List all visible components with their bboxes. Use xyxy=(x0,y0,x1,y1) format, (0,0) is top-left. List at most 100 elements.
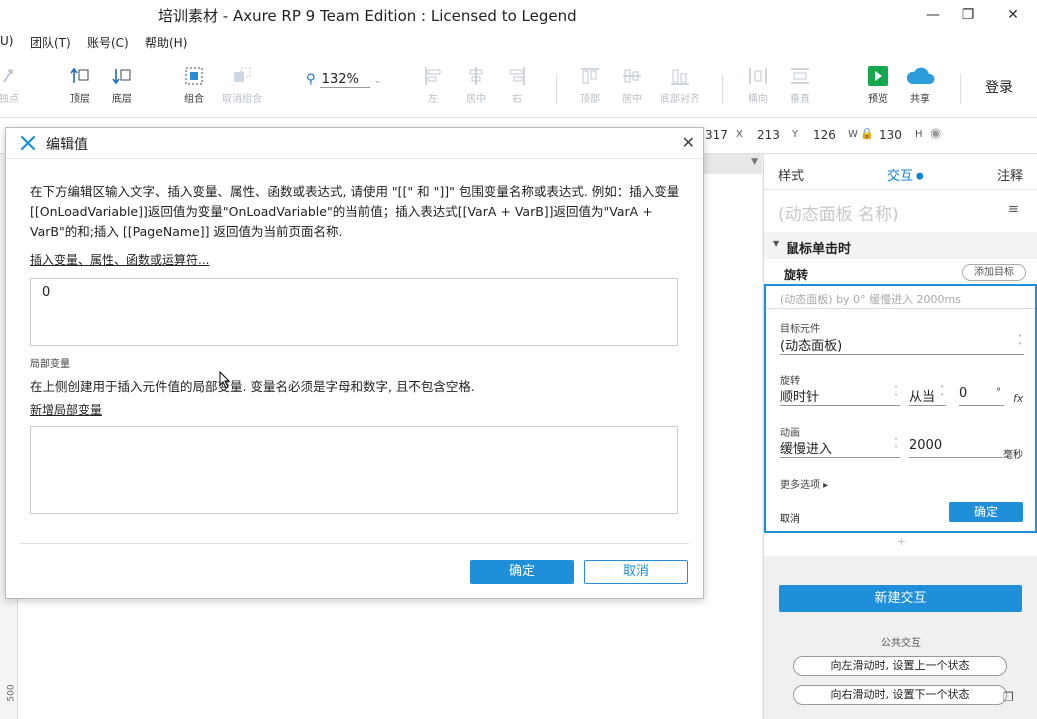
swipe-left-preset[interactable]: 向左滑动时, 设置上一个状态 xyxy=(793,656,1007,676)
toolbar-divider xyxy=(556,74,557,104)
distribute-horizontal-icon xyxy=(749,68,767,84)
align-right-button[interactable]: 右 xyxy=(506,66,528,105)
duration-input[interactable]: 2000 xyxy=(909,436,1003,458)
login-button[interactable]: 登录 xyxy=(985,77,1013,97)
lock-icon[interactable]: 🔒 xyxy=(860,127,874,140)
align-middle-button[interactable]: 居中 xyxy=(618,66,646,105)
add-target-button[interactable]: 添加目标 xyxy=(962,264,1026,281)
zoom-value[interactable]: 132% xyxy=(319,72,370,88)
ruler-mark: 500 xyxy=(6,684,17,702)
h-value[interactable]: 130 xyxy=(879,128,902,142)
distribute-horizontal-button[interactable]: 横向 xyxy=(744,66,772,105)
h-label: H xyxy=(915,129,923,140)
axure-logo-icon xyxy=(20,135,36,151)
menu-item-team[interactable]: 团队(T) xyxy=(30,34,71,51)
w-label: W xyxy=(848,129,858,140)
ok-button[interactable]: 确定 xyxy=(470,560,574,584)
send-back-icon xyxy=(112,69,131,85)
align-left-button[interactable]: 左 xyxy=(422,66,444,105)
close-icon[interactable]: ✕ xyxy=(682,133,695,152)
menu-bar: U) 团队(T) 账号(C) 帮助(H) xyxy=(0,30,1037,54)
menu-item-help[interactable]: 帮助(H) xyxy=(145,34,187,51)
add-action-plus[interactable]: + xyxy=(897,535,906,548)
local-variables-label: 局部变量 xyxy=(30,359,70,370)
event-title: 鼠标单击时 xyxy=(786,242,852,257)
spinner-icon: ˄ ˅ xyxy=(940,385,944,402)
ungroup-button[interactable]: 取消组合 xyxy=(220,66,264,105)
preview-button[interactable]: 预览 xyxy=(864,66,892,105)
y-value[interactable]: 213 xyxy=(757,128,780,142)
rotate-direction-select[interactable]: 顺时针 ˄ ˅ xyxy=(780,384,900,406)
group-button[interactable]: 组合 xyxy=(180,66,208,105)
group-icon xyxy=(185,67,203,85)
interaction-footer: 新建交互 公共交互 向左滑动时, 设置上一个状态 向右滑动时, 设置下一个状态 … xyxy=(764,556,1037,719)
tab-interaction[interactable]: 交互 ● xyxy=(887,165,924,184)
menu-item-view[interactable]: U) xyxy=(0,34,13,48)
target-select[interactable]: (动态面板) ˄ ˅ xyxy=(780,333,1024,355)
widget-name-field[interactable]: (动态面板 名称) xyxy=(778,200,899,225)
action-title[interactable]: 旋转 xyxy=(784,266,808,283)
swipe-right-preset[interactable]: 向右滑动时, 设置下一个状态 xyxy=(793,685,1007,705)
ms-unit: 毫秒 xyxy=(1003,450,1023,461)
action-editor: (动态面板) by 0° 缓慢进入 2000ms 目标元件 (动态面板) ˄ ˅ … xyxy=(764,284,1037,533)
more-options-link[interactable]: 更多选项 ▸ xyxy=(780,476,828,491)
align-bottom-button[interactable]: 底部对齐 xyxy=(656,66,704,105)
x-value[interactable]: 317 xyxy=(705,128,728,142)
function-icon[interactable]: fx xyxy=(1013,392,1023,405)
edit-value-dialog: 编辑值 ✕ 在下方编辑区输入文字、插入变量、属性、函数或表达式, 请使用 "[[… xyxy=(5,127,704,599)
align-top-button[interactable]: 顶部 xyxy=(576,66,604,105)
tab-style[interactable]: 样式 xyxy=(778,165,804,184)
mouse-cursor-icon xyxy=(219,371,231,389)
local-variables-list[interactable] xyxy=(30,426,678,514)
tab-notes[interactable]: 注释 xyxy=(997,165,1023,184)
action-cancel-button[interactable]: 取消 xyxy=(780,510,800,525)
add-local-variable-link[interactable]: 新增局部变量 xyxy=(30,401,102,418)
maximize-icon[interactable]: ❐ xyxy=(953,4,983,26)
value-editor[interactable]: 0 xyxy=(30,278,678,346)
bring-to-front-button[interactable]: 顶层 xyxy=(66,66,94,105)
action-summary: (动态面板) by 0° 缓慢进入 2000ms xyxy=(780,293,961,306)
close-window-icon[interactable]: ✕ xyxy=(998,4,1028,26)
dialog-title: 编辑值 xyxy=(46,137,88,153)
interaction-panel: 样式 交互 ● 注释 (动态面板 名称) ≡ ▼ 鼠标单击时 旋转 添加目标 (… xyxy=(763,154,1037,719)
sliders-icon[interactable]: ≡ xyxy=(1008,202,1019,217)
send-to-back-button[interactable]: 底层 xyxy=(108,66,136,105)
collapse-triangle-icon: ▼ xyxy=(773,239,780,248)
title-bar: 培训素材 - Axure RP 9 Team Edition : License… xyxy=(0,0,1037,30)
rotate-from-select[interactable]: 从当 ˄ ˅ xyxy=(909,384,946,406)
point-icon xyxy=(3,69,13,83)
align-bottom-icon xyxy=(671,69,689,85)
menu-item-account[interactable]: 账号(C) xyxy=(87,34,129,51)
panel-tabs: 样式 交互 ● 注释 xyxy=(764,154,1037,190)
action-ok-button[interactable]: 确定 xyxy=(949,502,1023,522)
minimize-icon[interactable]: — xyxy=(918,4,948,26)
cloud-icon xyxy=(906,67,935,84)
animation-select[interactable]: 缓慢进入 ˄ ˅ xyxy=(780,436,900,458)
spinner-icon: ˄ ˅ xyxy=(894,437,898,454)
align-center-button[interactable]: 居中 xyxy=(462,66,490,105)
copy-icon[interactable]: ❐ xyxy=(1003,690,1014,704)
new-interaction-button[interactable]: 新建交互 xyxy=(779,585,1022,612)
share-button[interactable]: 共享 xyxy=(902,66,938,105)
w-value[interactable]: 126 xyxy=(813,128,836,142)
toolbar-divider xyxy=(960,74,961,104)
eye-icon[interactable]: ◉ xyxy=(930,126,941,141)
align-left-icon xyxy=(425,67,441,85)
coordinate-bar-right: 213 Y 126 W 🔒 130 H ◉ xyxy=(757,118,1037,154)
distribute-vertical-button[interactable]: 垂直 xyxy=(786,66,814,105)
dialog-header: 编辑值 ✕ xyxy=(6,128,703,159)
align-right-icon xyxy=(509,67,525,85)
insert-variable-link[interactable]: 插入变量、属性、函数或运算符... xyxy=(30,251,209,268)
align-center-icon xyxy=(469,67,483,85)
zoom-control[interactable]: ⚲ 132% ⌄ xyxy=(306,72,381,88)
event-header[interactable]: ▼ 鼠标单击时 xyxy=(764,232,1037,259)
distribute-vertical-icon xyxy=(791,68,809,84)
window-title: 培训素材 - Axure RP 9 Team Edition : License… xyxy=(158,7,577,25)
active-dot-icon: ● xyxy=(913,171,924,182)
ungroup-icon xyxy=(234,67,251,82)
cancel-button[interactable]: 取消 xyxy=(584,560,688,584)
degree-unit: ° xyxy=(996,387,1001,398)
point-button[interactable]: 独点 xyxy=(0,66,24,105)
dropdown-arrow-icon[interactable]: ▼ xyxy=(751,157,758,167)
canvas-tab-strip: ▼ xyxy=(704,154,762,174)
